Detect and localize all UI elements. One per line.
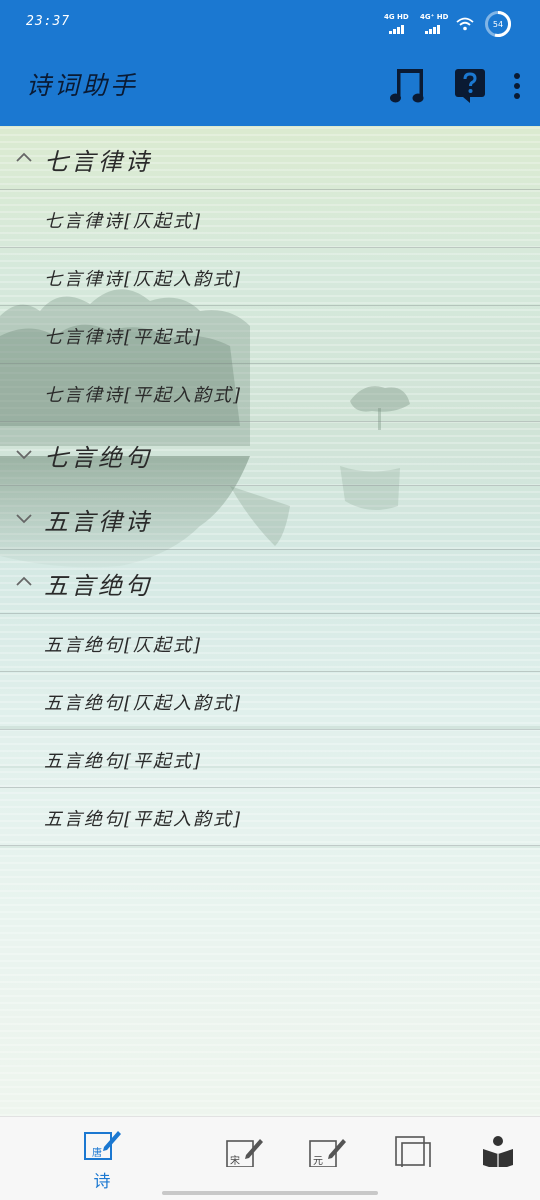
signal-1-icon: 4G HD: [384, 13, 410, 35]
signal-2-label: 4G⁺ HD: [420, 13, 449, 21]
music-button[interactable]: [390, 66, 428, 110]
list-item-label: 七言律诗[平起式]: [44, 327, 203, 348]
list-item[interactable]: 五言绝句[平起入韵式]: [0, 788, 540, 846]
more-vert-icon: [512, 71, 522, 105]
group-label: 七言律诗: [44, 148, 152, 176]
list-item[interactable]: 七言律诗[仄起式]: [0, 190, 540, 248]
group-label: 五言律诗: [44, 508, 152, 536]
chevron-up-icon: [14, 572, 34, 592]
nav-reader[interactable]: [478, 1127, 522, 1185]
nav-song-ci[interactable]: 宋: [222, 1127, 266, 1185]
yuan-icon-text: 元: [313, 1156, 323, 1167]
chevron-down-icon: [14, 444, 34, 464]
home-indicator[interactable]: [162, 1191, 378, 1195]
signal-1-label: 4G HD: [384, 13, 409, 21]
list-item-label: 五言绝句[平起入韵式]: [44, 809, 243, 830]
signal-2-icon: 4G⁺ HD: [420, 13, 449, 35]
nav-tang-poem[interactable]: 唐 诗: [80, 1127, 124, 1192]
list-item[interactable]: 五言绝句[平起式]: [0, 730, 540, 788]
content-area: 七言律诗七言律诗[仄起式] 七言律诗[仄起入韵式] 七言律诗[平起式] 七言律诗[平起…: [0, 126, 540, 1116]
nav-tang-label: 诗: [93, 1172, 111, 1192]
status-time: 23:37: [26, 14, 71, 29]
app-actions: [390, 66, 522, 110]
nav-yuan-qu[interactable]: 元: [305, 1127, 349, 1185]
app-bar: 诗词助手: [0, 46, 540, 126]
list-item-label: 七言律诗[平起入韵式]: [44, 385, 243, 406]
group-label: 五言绝句: [44, 572, 152, 600]
battery-icon: 54: [484, 10, 512, 38]
copy-icon: [392, 1136, 436, 1172]
more-button[interactable]: [512, 71, 522, 105]
poem-format-list: 七言律诗七言律诗[仄起式] 七言律诗[仄起入韵式] 七言律诗[平起式] 七言律诗[平起…: [0, 126, 540, 846]
nav-copy[interactable]: [392, 1127, 436, 1185]
list-item[interactable]: 七言律诗[平起式]: [0, 306, 540, 364]
chevron-up-icon: [14, 148, 34, 168]
music-note-icon: [390, 66, 428, 110]
group-header[interactable]: 五言绝句: [0, 550, 540, 614]
bottom-nav: 唐 诗 宋 元: [0, 1116, 540, 1200]
tang-icon-text: 唐: [92, 1146, 102, 1159]
song-ci-icon: 宋: [222, 1139, 266, 1171]
list-item[interactable]: 五言绝句[仄起入韵式]: [0, 672, 540, 730]
list-item-label: 七言律诗[仄起式]: [44, 211, 203, 232]
group-header[interactable]: 七言绝句: [0, 422, 540, 486]
battery-level: 54: [492, 19, 504, 29]
list-item[interactable]: 七言律诗[平起入韵式]: [0, 364, 540, 422]
help-icon: [454, 68, 486, 108]
list-item-label: 五言绝句[仄起式]: [44, 635, 203, 656]
list-item[interactable]: 七言律诗[仄起入韵式]: [0, 248, 540, 306]
song-icon-text: 宋: [230, 1154, 240, 1167]
help-button[interactable]: [454, 68, 486, 108]
list-item-label: 五言绝句[仄起入韵式]: [44, 693, 243, 714]
yuan-qu-icon: 元: [305, 1139, 349, 1171]
list-item-label: 五言绝句[平起式]: [44, 751, 203, 772]
reader-icon: [478, 1136, 522, 1171]
status-bar: 23:37 4G HD 4G⁺ HD 54: [0, 0, 540, 46]
status-icons: 4G HD 4G⁺ HD 54: [384, 10, 512, 38]
group-label: 七言绝句: [44, 444, 152, 472]
list-item-label: 七言律诗[仄起入韵式]: [44, 269, 243, 290]
chevron-down-icon: [14, 508, 34, 528]
wifi-icon: [456, 17, 474, 31]
group-header[interactable]: 五言律诗: [0, 486, 540, 550]
group-header[interactable]: 七言律诗: [0, 126, 540, 190]
list-item[interactable]: 五言绝句[仄起式]: [0, 614, 540, 672]
app-title: 诗词助手: [26, 71, 139, 100]
